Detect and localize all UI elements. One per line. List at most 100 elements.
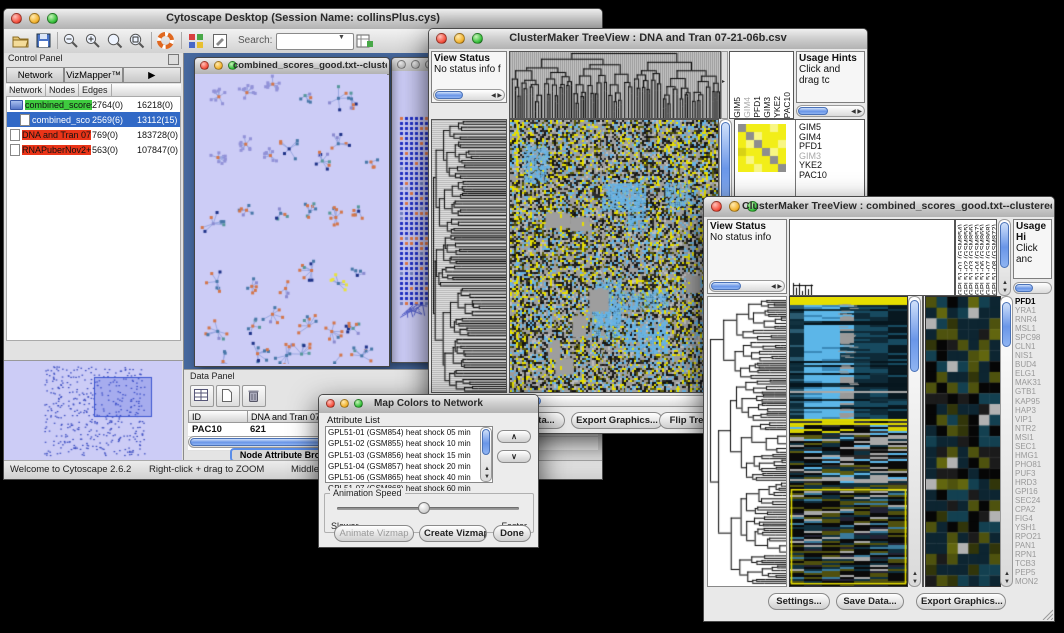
tv2-gene-label[interactable]: NIS1: [1015, 351, 1052, 360]
help-ring-icon[interactable]: [157, 32, 174, 49]
dialog-button[interactable]: Animate Vizmap: [334, 525, 414, 542]
tv2-gene-label[interactable]: KAP95: [1015, 397, 1052, 406]
control-panel-tab[interactable]: VizMapper™: [64, 67, 122, 83]
delete-attribute-button[interactable]: [242, 385, 266, 407]
tv2-gene-label[interactable]: PFD1: [1015, 297, 1052, 306]
tv2-action-button[interactable]: Export Graphics...: [916, 593, 1006, 610]
tv2-gene-label[interactable]: BUD4: [1015, 360, 1052, 369]
minimize-button[interactable]: [214, 61, 223, 70]
close-button[interactable]: [711, 201, 722, 212]
tv2-gene-label[interactable]: HMG1: [1015, 451, 1052, 460]
network-table-header-cell[interactable]: Nodes: [46, 84, 79, 96]
tv2-gene-label[interactable]: PHO81: [1015, 460, 1052, 469]
tv2-gene-label[interactable]: SPC98: [1015, 333, 1052, 342]
tv2-gene-label[interactable]: RNR4: [1015, 315, 1052, 324]
float-panel-icon[interactable]: [168, 54, 179, 65]
attribute-list-item[interactable]: GPL51-02 (GSM855) heat shock 10 min: [326, 438, 492, 449]
scroll-down-arrow[interactable]: ▼: [912, 579, 918, 585]
scroll-up-arrow[interactable]: ▲: [1002, 280, 1008, 286]
tv2-gene-label[interactable]: GTB1: [1015, 387, 1052, 396]
data-table-header-id[interactable]: ID: [188, 410, 248, 423]
network-list-row[interactable]: combined_sco 2569(6) 13112(15): [7, 112, 180, 127]
scroll-thumb[interactable]: [1002, 302, 1011, 347]
speed-slider-thumb[interactable]: [418, 502, 430, 514]
tv1-action-button[interactable]: Export Graphics...: [571, 412, 663, 429]
tv2-gene-label[interactable]: HRD3: [1015, 478, 1052, 487]
network-table-header-cell[interactable]: Edges: [79, 84, 112, 96]
tv2-gene-label[interactable]: MSL1: [1015, 324, 1052, 333]
scroll-thumb[interactable]: [435, 91, 463, 99]
tv2-gene-label[interactable]: NTR2: [1015, 424, 1052, 433]
zoom-fit-icon[interactable]: [107, 33, 123, 49]
scroll-thumb[interactable]: [798, 107, 828, 115]
tv2-gene-label[interactable]: RPN1: [1015, 550, 1052, 559]
table-import-icon[interactable]: [356, 33, 373, 49]
zoom-selected-icon[interactable]: [129, 33, 145, 49]
main-titlebar[interactable]: Cytoscape Desktop (Session Name: collins…: [4, 9, 602, 30]
dialog-titlebar[interactable]: Map Colors to Network: [319, 395, 538, 414]
tv1-column-label[interactable]: PFD1: [752, 96, 762, 118]
birdseye-view[interactable]: [4, 360, 183, 461]
scroll-arrows[interactable]: ◀ ▶: [851, 109, 862, 115]
tv2-column-label[interactable]: GPL51-07 (GSM868): [984, 220, 990, 295]
tv2-gene-label[interactable]: TCB3: [1015, 559, 1052, 568]
scroll-arrows[interactable]: ◀ ▶: [491, 93, 502, 99]
vizmap-icon[interactable]: [188, 33, 204, 49]
network-list-row[interactable]: RNAPuberNov2+ 563(0) 107847(0): [7, 142, 180, 157]
attribute-list-item[interactable]: GPL51-04 (GSM857) heat shock 20 min: [326, 461, 492, 472]
tv2-gene-label[interactable]: ELG1: [1015, 369, 1052, 378]
scroll-thumb[interactable]: [910, 300, 919, 372]
scroll-down-arrow[interactable]: ▼: [484, 474, 490, 480]
scroll-thumb[interactable]: [1015, 284, 1033, 292]
attribute-list-item[interactable]: GPL51-01 (GSM854) heat shock 05 min: [326, 427, 492, 438]
scroll-thumb[interactable]: [711, 282, 741, 290]
scroll-thumb[interactable]: [721, 122, 730, 207]
tv2-gene-label[interactable]: CPA2: [1015, 505, 1052, 514]
scroll-down-arrow[interactable]: ▼: [1004, 579, 1010, 585]
attribute-list-item[interactable]: GPL51-03 (GSM856) heat shock 15 min: [326, 450, 492, 461]
network-list-row[interactable]: combined_scores 2764(0) 16218(0): [7, 97, 180, 112]
open-file-icon[interactable]: [12, 33, 29, 48]
tv2-gene-label[interactable]: MSI1: [1015, 433, 1052, 442]
tv1-column-label[interactable]: YKE2: [772, 96, 782, 118]
tv2-gene-label[interactable]: YRA1: [1015, 306, 1052, 315]
network-table-header-cell[interactable]: Network: [6, 84, 46, 96]
tv2-heatmap-canvas[interactable]: [789, 296, 908, 587]
attribute-list-scrollbar[interactable]: ▲ ▼: [480, 427, 492, 482]
tv2-top-vscrollbar[interactable]: ▲ ▼: [998, 219, 1011, 296]
tv1-usage-scrollbar[interactable]: ◀ ▶: [796, 105, 865, 117]
tv2-gene-label[interactable]: PEP5: [1015, 568, 1052, 577]
network-view-canvas[interactable]: [195, 74, 387, 364]
tv2-row-dendrogram-canvas[interactable]: [707, 296, 787, 587]
attribute-select-button[interactable]: [190, 385, 214, 407]
save-icon[interactable]: [36, 33, 51, 48]
tv2-column-label[interactable]: GPL51-03 (GSM856): [967, 220, 973, 295]
resize-grip[interactable]: [1041, 608, 1053, 620]
scroll-arrows[interactable]: ◀ ▶: [771, 284, 782, 290]
tv2-status-scrollbar[interactable]: ◀ ▶: [709, 280, 785, 292]
dialog-button[interactable]: Create Vizmap: [419, 525, 487, 542]
dialog-button[interactable]: Done: [493, 525, 531, 542]
tv2-top-dendrogram-canvas[interactable]: [789, 219, 955, 296]
zoom-out-icon[interactable]: [63, 33, 79, 49]
control-panel-tab[interactable]: ▶: [123, 67, 181, 83]
move-up-button[interactable]: ∧: [497, 430, 531, 443]
tv2-column-label[interactable]: GPL51-01 (GSM854): [956, 220, 962, 295]
control-panel-tab[interactable]: Network: [6, 67, 64, 83]
tv2-zoom-heatmap-canvas[interactable]: [925, 296, 1001, 587]
tv2-zoom-vscrollbar[interactable]: ▲ ▼: [1000, 296, 1013, 587]
scroll-up-arrow[interactable]: ▲: [912, 571, 918, 577]
tv2-gene-label[interactable]: GPI16: [1015, 487, 1052, 496]
network-list-row[interactable]: DNA and Tran 07 769(0) 183728(0): [7, 127, 180, 142]
tv2-gene-label[interactable]: SEC24: [1015, 496, 1052, 505]
tv2-action-button[interactable]: Settings...: [768, 593, 830, 610]
scroll-up-arrow[interactable]: ▲: [1004, 571, 1010, 577]
tv2-gene-label[interactable]: VIP1: [1015, 415, 1052, 424]
tv1-column-label[interactable]: GIM3: [762, 97, 772, 118]
zoom-in-icon[interactable]: [85, 33, 101, 49]
network-view-window[interactable]: combined_scores_good.txt--cluste...: [194, 57, 390, 367]
tv2-gene-label[interactable]: CLN1: [1015, 342, 1052, 351]
scroll-thumb[interactable]: [482, 429, 490, 455]
tv1-heatmap-canvas[interactable]: [509, 119, 719, 393]
tv1-column-dendrogram-canvas[interactable]: [509, 51, 721, 119]
